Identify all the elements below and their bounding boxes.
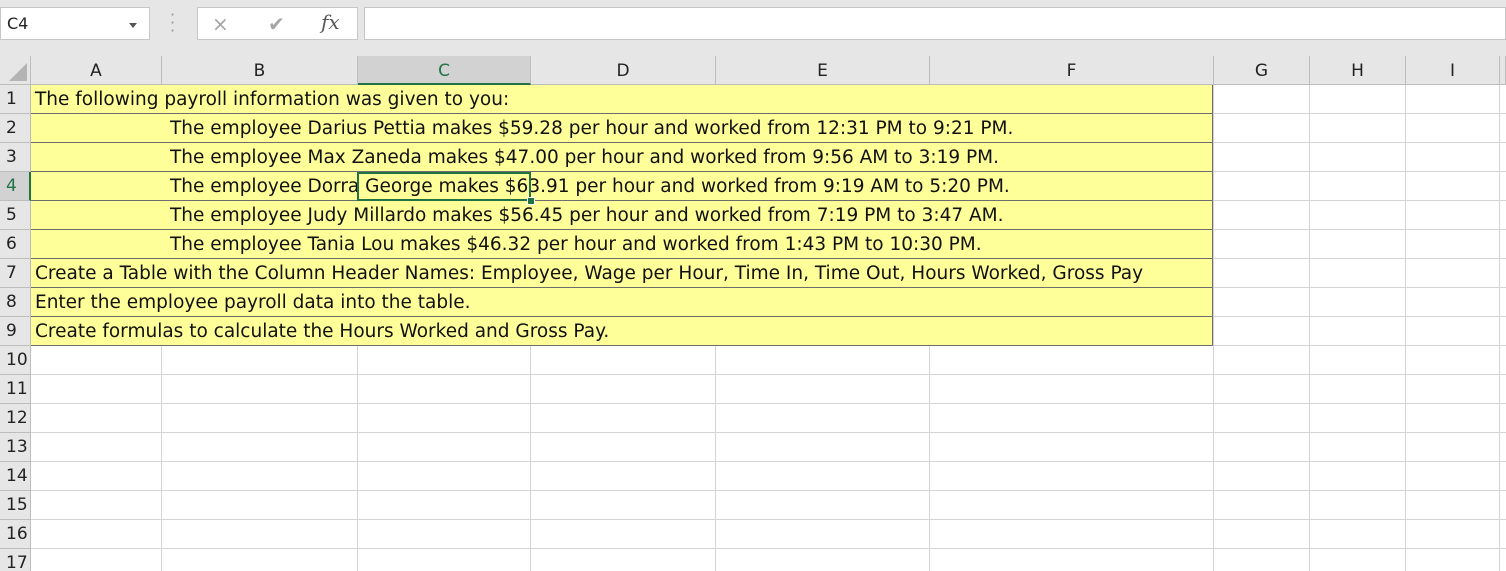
name-box-value: C4 [7, 14, 29, 33]
column-header-i[interactable]: I [1406, 56, 1500, 85]
gridline [31, 374, 1506, 375]
row-header-11[interactable]: 11 [0, 375, 31, 404]
fill-handle[interactable] [527, 197, 535, 205]
spreadsheet-grid: A B C D E F G H I The following payroll … [0, 56, 1506, 571]
cell-b4[interactable]: The employee Dorra George makes $63.91 p… [170, 172, 1010, 201]
row-header-2[interactable]: 2 [0, 114, 31, 143]
gridline [31, 548, 1506, 549]
gridline [31, 461, 1506, 462]
cell-a8[interactable]: Enter the employee payroll data into the… [35, 288, 471, 317]
gridline [1309, 85, 1310, 571]
row-header-6[interactable]: 6 [0, 230, 31, 259]
formula-buttons: × ✔ fx [197, 7, 358, 40]
column-header-b[interactable]: B [162, 56, 358, 85]
cell-b6[interactable]: The employee Tania Lou makes $46.32 per … [170, 230, 982, 259]
chevron-down-icon[interactable] [129, 23, 137, 28]
gridline [31, 519, 1506, 520]
enter-icon[interactable]: ✔ [268, 12, 285, 36]
row-header-3[interactable]: 3 [0, 143, 31, 172]
gridline [1499, 85, 1500, 571]
name-box[interactable]: C4 [0, 7, 150, 40]
column-header-f[interactable]: F [930, 56, 1214, 85]
row-header-1[interactable]: 1 [0, 85, 31, 114]
cell-a9[interactable]: Create formulas to calculate the Hours W… [35, 317, 609, 346]
row-header-15[interactable]: 15 [0, 491, 31, 520]
gridline [1405, 85, 1406, 571]
drag-handle-icon[interactable]: · · · [170, 7, 175, 39]
row-header-9[interactable]: 9 [0, 317, 31, 346]
gridline [1213, 85, 1214, 571]
row-header-16[interactable]: 16 [0, 520, 31, 549]
row-header-4[interactable]: 4 [0, 172, 31, 201]
column-header-a[interactable]: A [31, 56, 162, 85]
formula-input[interactable] [364, 7, 1506, 40]
cell-a1[interactable]: The following payroll information was gi… [35, 85, 509, 114]
row-header-17[interactable]: 17 [0, 549, 31, 571]
row-header-7[interactable]: 7 [0, 259, 31, 288]
column-header-h[interactable]: H [1310, 56, 1406, 85]
select-all-triangle-icon [9, 63, 27, 81]
active-cell-c4[interactable] [357, 172, 531, 201]
row-header-13[interactable]: 13 [0, 433, 31, 462]
column-header-d[interactable]: D [531, 56, 716, 85]
row-header-10[interactable]: 10 [0, 346, 31, 375]
gridline [31, 432, 1506, 433]
row-header-12[interactable]: 12 [0, 404, 31, 433]
insert-function-icon[interactable]: fx [321, 10, 340, 34]
select-all-button[interactable] [0, 56, 31, 85]
gridline [31, 403, 1506, 404]
column-header-c[interactable]: C [358, 56, 531, 85]
gridline [31, 490, 1506, 491]
column-header-g[interactable]: G [1214, 56, 1310, 85]
row-header-8[interactable]: 8 [0, 288, 31, 317]
row-header-5[interactable]: 5 [0, 201, 31, 230]
cancel-icon[interactable]: × [212, 12, 229, 36]
column-header-next[interactable] [1500, 56, 1506, 85]
column-header-e[interactable]: E [716, 56, 930, 85]
cell-b5[interactable]: The employee Judy Millardo makes $56.45 … [170, 201, 1004, 230]
formula-bar-area: C4 · · · × ✔ fx [0, 0, 1506, 56]
cell-b3[interactable]: The employee Max Zaneda makes $47.00 per… [170, 143, 999, 172]
row-header-14[interactable]: 14 [0, 462, 31, 491]
cell-b2[interactable]: The employee Darius Pettia makes $59.28 … [170, 114, 1013, 143]
cell-a7[interactable]: Create a Table with the Column Header Na… [35, 259, 1143, 288]
